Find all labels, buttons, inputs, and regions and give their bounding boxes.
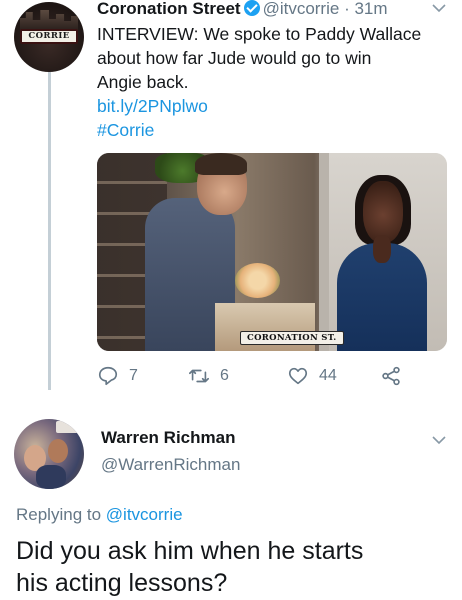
tweet-actions: 7 6 44 [97,362,437,390]
author-handle[interactable]: @WarrenRichman [101,455,240,475]
hashtag-link[interactable]: #Corrie [97,118,447,142]
like-icon [288,367,308,385]
author-name[interactable]: Coronation Street [97,0,241,18]
reply-text-line: Did you ask him when he starts [16,537,364,565]
flowers [235,263,280,298]
tweet-header: Coronation Street @itvcorrie · 31m [97,0,452,20]
media-watermark: CORONATION ST. [240,331,344,345]
chevron-down-icon[interactable] [432,0,446,16]
skyline-graphic [20,10,78,30]
reply-text: Did you ask him when he starts his actin… [16,535,456,599]
tweet-link[interactable]: bit.ly/2PNplwo [97,94,447,118]
verified-icon [243,0,260,16]
replying-to-handle[interactable]: @itvcorrie [106,505,183,524]
reply-count: 7 [129,367,138,384]
tweet-media-image[interactable]: CORONATION ST. [97,153,447,351]
chevron-down-icon[interactable] [432,432,446,448]
man-hair [195,153,247,175]
avatar-logo-sign: CORRIE [20,29,78,44]
share-icon [382,366,400,386]
like-count: 44 [319,367,337,384]
avatar-detail [36,465,66,489]
doorframe [319,153,329,351]
retweet-count: 6 [220,367,229,384]
praying-hands [373,235,391,263]
like-button[interactable]: 44 [287,362,337,390]
tweet-text-line: Angie back. [97,72,189,92]
reply-text-line: his acting lessons? [16,569,228,597]
thread-line [48,72,51,390]
avatar[interactable] [14,419,84,489]
reply-icon [98,366,118,386]
woman-head [363,181,403,243]
replying-prefix: Replying to [16,505,102,524]
avatar-detail [48,439,68,463]
author-name[interactable]: Warren Richman [101,428,235,448]
retweet-icon [189,369,209,383]
tweet-text-line: about how far Jude would go to win [97,48,372,68]
tweet-time[interactable]: · 31m [344,0,387,18]
share-button[interactable] [380,362,412,390]
retweet-button[interactable]: 6 [188,362,229,390]
tweet-text: INTERVIEW: We spoke to Paddy Wallace abo… [97,22,447,142]
reply-button[interactable]: 7 [97,362,138,390]
author-handle[interactable]: @itvcorrie [263,0,340,18]
avatar[interactable]: CORRIE [14,2,84,72]
tweet-text-line: INTERVIEW: We spoke to Paddy Wallace [97,24,422,44]
replying-to: Replying to @itvcorrie [16,505,183,525]
avatar-detail [56,421,82,433]
